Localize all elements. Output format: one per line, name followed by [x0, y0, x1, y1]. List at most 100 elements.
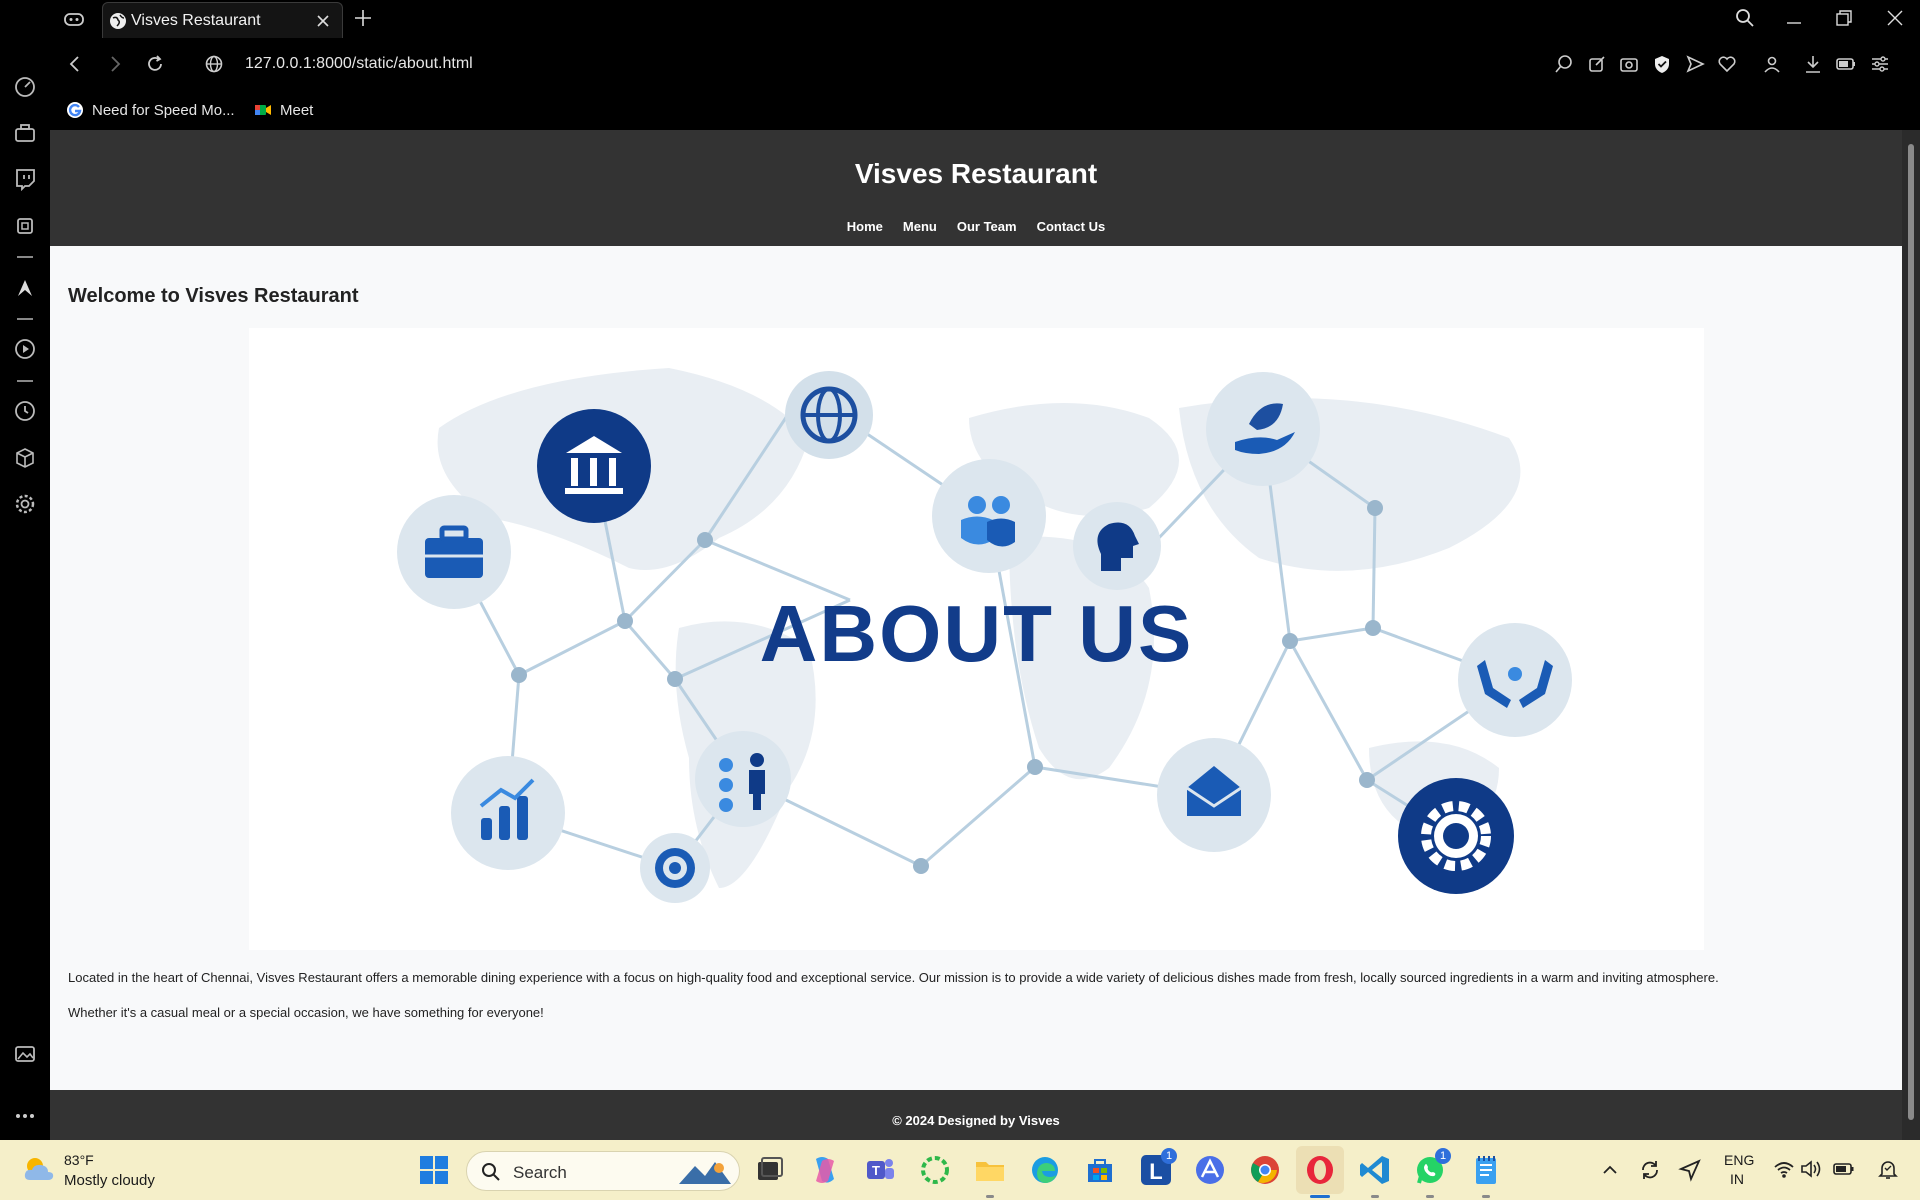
meet-icon [255, 105, 271, 115]
site-header: Visves Restaurant Home Menu Our Team Con… [50, 130, 1902, 246]
l-app-badge: 1 [1161, 1148, 1177, 1164]
url-field[interactable]: 127.0.0.1:8000/static/about.html [245, 55, 473, 73]
page-search-icon[interactable] [1554, 54, 1574, 74]
weather-cloud-icon[interactable] [22, 1154, 56, 1184]
extension-icon[interactable] [13, 214, 37, 238]
growth-chart-icon [451, 756, 565, 870]
gallery-icon[interactable] [13, 1042, 37, 1066]
tray-chevron-up-icon[interactable] [1600, 1160, 1620, 1180]
notepad-icon[interactable] [1469, 1153, 1503, 1187]
aria-icon[interactable] [13, 276, 37, 300]
loader-app-icon[interactable] [918, 1153, 952, 1187]
volume-icon[interactable] [1800, 1158, 1822, 1180]
back-icon[interactable] [65, 54, 85, 74]
bookmark-need-for-speed[interactable]: Need for Speed Mo... [66, 97, 235, 123]
mail-icon [1157, 738, 1271, 852]
plant-hand-icon [1206, 372, 1320, 486]
svg-text:T: T [872, 1163, 880, 1178]
running-indicator [1426, 1195, 1434, 1198]
battery-icon[interactable] [1832, 1158, 1856, 1180]
site-footer: © 2024 Designed by Visves [50, 1090, 1902, 1140]
share-edit-icon[interactable] [1587, 54, 1607, 74]
vscode-icon[interactable] [1358, 1153, 1392, 1187]
battery-saver-icon[interactable] [1836, 54, 1856, 74]
minimize-icon[interactable] [1784, 8, 1804, 28]
edge-icon[interactable] [1028, 1153, 1062, 1187]
sidebar-separator [17, 318, 33, 320]
head-thinking-icon [1073, 502, 1161, 590]
page-scrollbar[interactable] [1902, 130, 1920, 1140]
snapshot-icon[interactable] [1619, 54, 1639, 74]
player-icon[interactable] [13, 337, 37, 361]
history-icon[interactable] [13, 399, 37, 423]
region-indicator[interactable]: IN [1730, 1171, 1744, 1187]
teams-icon[interactable]: T [863, 1153, 897, 1187]
workspace-icon[interactable] [13, 121, 37, 145]
copilot-icon[interactable] [808, 1153, 842, 1187]
close-window-icon[interactable] [1885, 8, 1905, 28]
scrollbar-thumb[interactable] [1908, 144, 1914, 1120]
easy-setup-icon[interactable] [1870, 54, 1890, 74]
twitch-icon[interactable] [13, 167, 37, 191]
forward-icon[interactable] [105, 54, 125, 74]
weather-description[interactable]: Mostly cloudy [64, 1172, 155, 1189]
address-bar: 127.0.0.1:8000/static/about.html [50, 40, 1920, 88]
profile-icon[interactable] [1762, 54, 1782, 74]
active-indicator [1310, 1195, 1330, 1198]
nav-link-home[interactable]: Home [847, 219, 883, 234]
location-arrow-icon[interactable] [1678, 1158, 1702, 1182]
settings-icon[interactable] [13, 492, 37, 516]
favorite-heart-icon[interactable] [1717, 54, 1737, 74]
file-explorer-icon[interactable] [973, 1153, 1007, 1187]
site-title: Visves Restaurant [854, 158, 1098, 189]
send-icon[interactable] [1685, 54, 1705, 74]
site-info-globe-icon[interactable] [204, 54, 224, 74]
new-tab-icon[interactable] [353, 8, 373, 28]
speed-dial-icon[interactable] [13, 75, 37, 99]
more-icon[interactable] [13, 1104, 37, 1128]
sync-icon[interactable] [1638, 1158, 1662, 1182]
opera-icon[interactable] [1303, 1153, 1337, 1187]
bookmark-label: Need for Speed Mo... [92, 101, 235, 119]
nav-link-our-team[interactable]: Our Team [957, 219, 1017, 234]
weather-temperature[interactable]: 83°F [64, 1152, 94, 1168]
bookmarks-bar: Need for Speed Mo... Meet [50, 90, 1920, 130]
intro-paragraph: Located in the heart of Chennai, Visves … [68, 970, 1719, 985]
checklist-person-icon [695, 731, 791, 827]
occasion-paragraph: Whether it's a casual meal or a special … [68, 1005, 544, 1020]
search-icon [481, 1162, 501, 1182]
task-view-icon[interactable] [752, 1153, 786, 1187]
nav-link-contact-us[interactable]: Contact Us [1037, 219, 1106, 234]
tab-bar: Visves Restaurant [0, 0, 1920, 38]
restore-icon[interactable] [1834, 8, 1854, 28]
gear-icon [1398, 778, 1514, 894]
about-us-heading: ABOUT US [759, 589, 1194, 678]
box-icon[interactable] [13, 446, 37, 470]
running-indicator [1371, 1195, 1379, 1198]
welcome-heading: Welcome to Visves Restaurant [68, 285, 359, 307]
windows-start-icon[interactable] [417, 1153, 451, 1187]
tab-islands-icon[interactable] [62, 9, 86, 29]
close-tab-icon[interactable] [315, 13, 331, 29]
bookmark-meet[interactable]: Meet [254, 97, 313, 123]
nav-link-menu[interactable]: Menu [903, 219, 937, 234]
taskbar-search[interactable]: Search [466, 1151, 740, 1191]
download-icon[interactable] [1803, 54, 1823, 74]
adblock-shield-icon[interactable] [1652, 54, 1672, 74]
notification-bell-icon[interactable] [1876, 1157, 1900, 1181]
footer-copyright: © 2024 Designed by Visves [892, 1113, 1060, 1128]
store-icon[interactable] [1083, 1153, 1117, 1187]
running-indicator [1482, 1195, 1490, 1198]
reload-icon[interactable] [145, 54, 165, 74]
tunnel-app-icon[interactable] [1193, 1153, 1227, 1187]
globe-favicon-icon [109, 12, 127, 30]
google-icon [67, 102, 83, 118]
browser-sidebar [0, 0, 50, 1140]
team-people-icon [932, 459, 1046, 573]
site-nav: Home Menu Our Team Contact Us [50, 219, 1902, 234]
wifi-icon[interactable] [1773, 1158, 1795, 1180]
tab-visves-restaurant[interactable]: Visves Restaurant [102, 2, 343, 38]
tab-search-icon[interactable] [1735, 8, 1755, 28]
chrome-icon[interactable] [1248, 1153, 1282, 1187]
language-indicator[interactable]: ENG [1724, 1152, 1754, 1168]
